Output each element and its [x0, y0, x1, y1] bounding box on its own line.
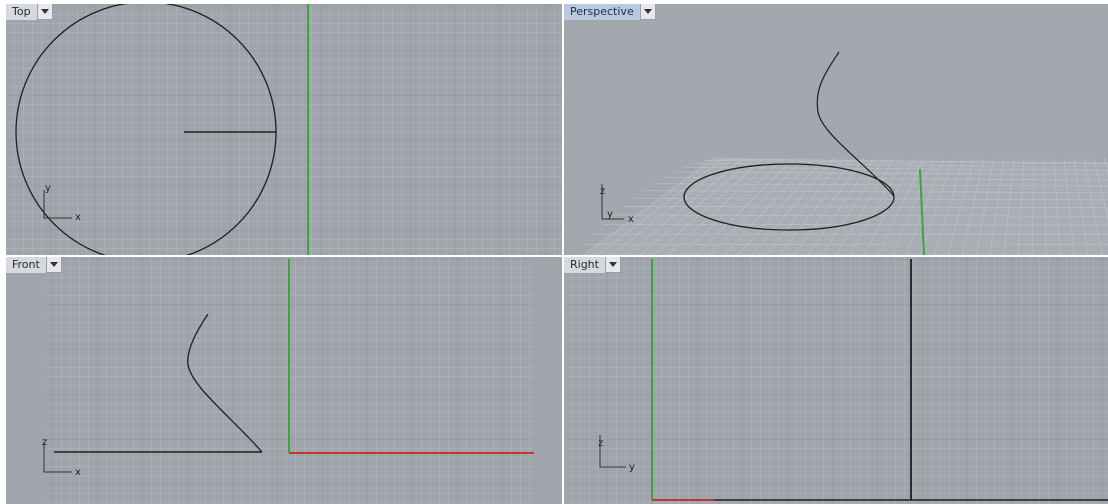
axis-label-x: x [75, 212, 81, 223]
viewport-top-title[interactable]: Top [6, 4, 38, 20]
dropdown-arrow-icon[interactable] [640, 4, 656, 20]
viewport-top-canvas[interactable]: y x [6, 4, 562, 255]
dropdown-arrow-icon[interactable] [605, 257, 621, 273]
dropdown-arrow-icon[interactable] [46, 257, 62, 273]
axis-label-y: y [607, 209, 613, 220]
dropdown-arrow-icon[interactable] [37, 4, 53, 20]
viewport-front-tab[interactable]: Front [6, 257, 62, 273]
viewport-right[interactable]: Right z y [564, 257, 1108, 504]
viewport-right-tab[interactable]: Right [564, 257, 621, 273]
viewport-front[interactable]: Front z x [6, 257, 562, 504]
viewport-top[interactable]: Top y x [6, 4, 562, 255]
axis-label-y: y [629, 462, 635, 473]
axis-label-z: z [598, 438, 603, 449]
axis-label-x: x [628, 214, 634, 225]
viewport-right-canvas[interactable]: z y [564, 257, 1108, 504]
axis-label-z: z [600, 186, 605, 197]
viewport-front-title[interactable]: Front [6, 257, 47, 273]
viewport-right-title[interactable]: Right [564, 257, 606, 273]
viewport-perspective-title[interactable]: Perspective [564, 4, 641, 20]
axis-label-y: y [45, 183, 51, 194]
viewport-top-tab[interactable]: Top [6, 4, 53, 20]
viewport-perspective-canvas[interactable]: z y x [564, 4, 1108, 255]
axis-label-x: x [75, 467, 81, 478]
viewport-layout: Top y x Perspective z y x Front z x Righ… [0, 0, 1108, 504]
viewport-perspective[interactable]: Perspective z y x [564, 4, 1108, 255]
axis-label-z: z [42, 437, 47, 448]
viewport-perspective-tab[interactable]: Perspective [564, 4, 656, 20]
viewport-front-canvas[interactable]: z x [6, 257, 562, 504]
